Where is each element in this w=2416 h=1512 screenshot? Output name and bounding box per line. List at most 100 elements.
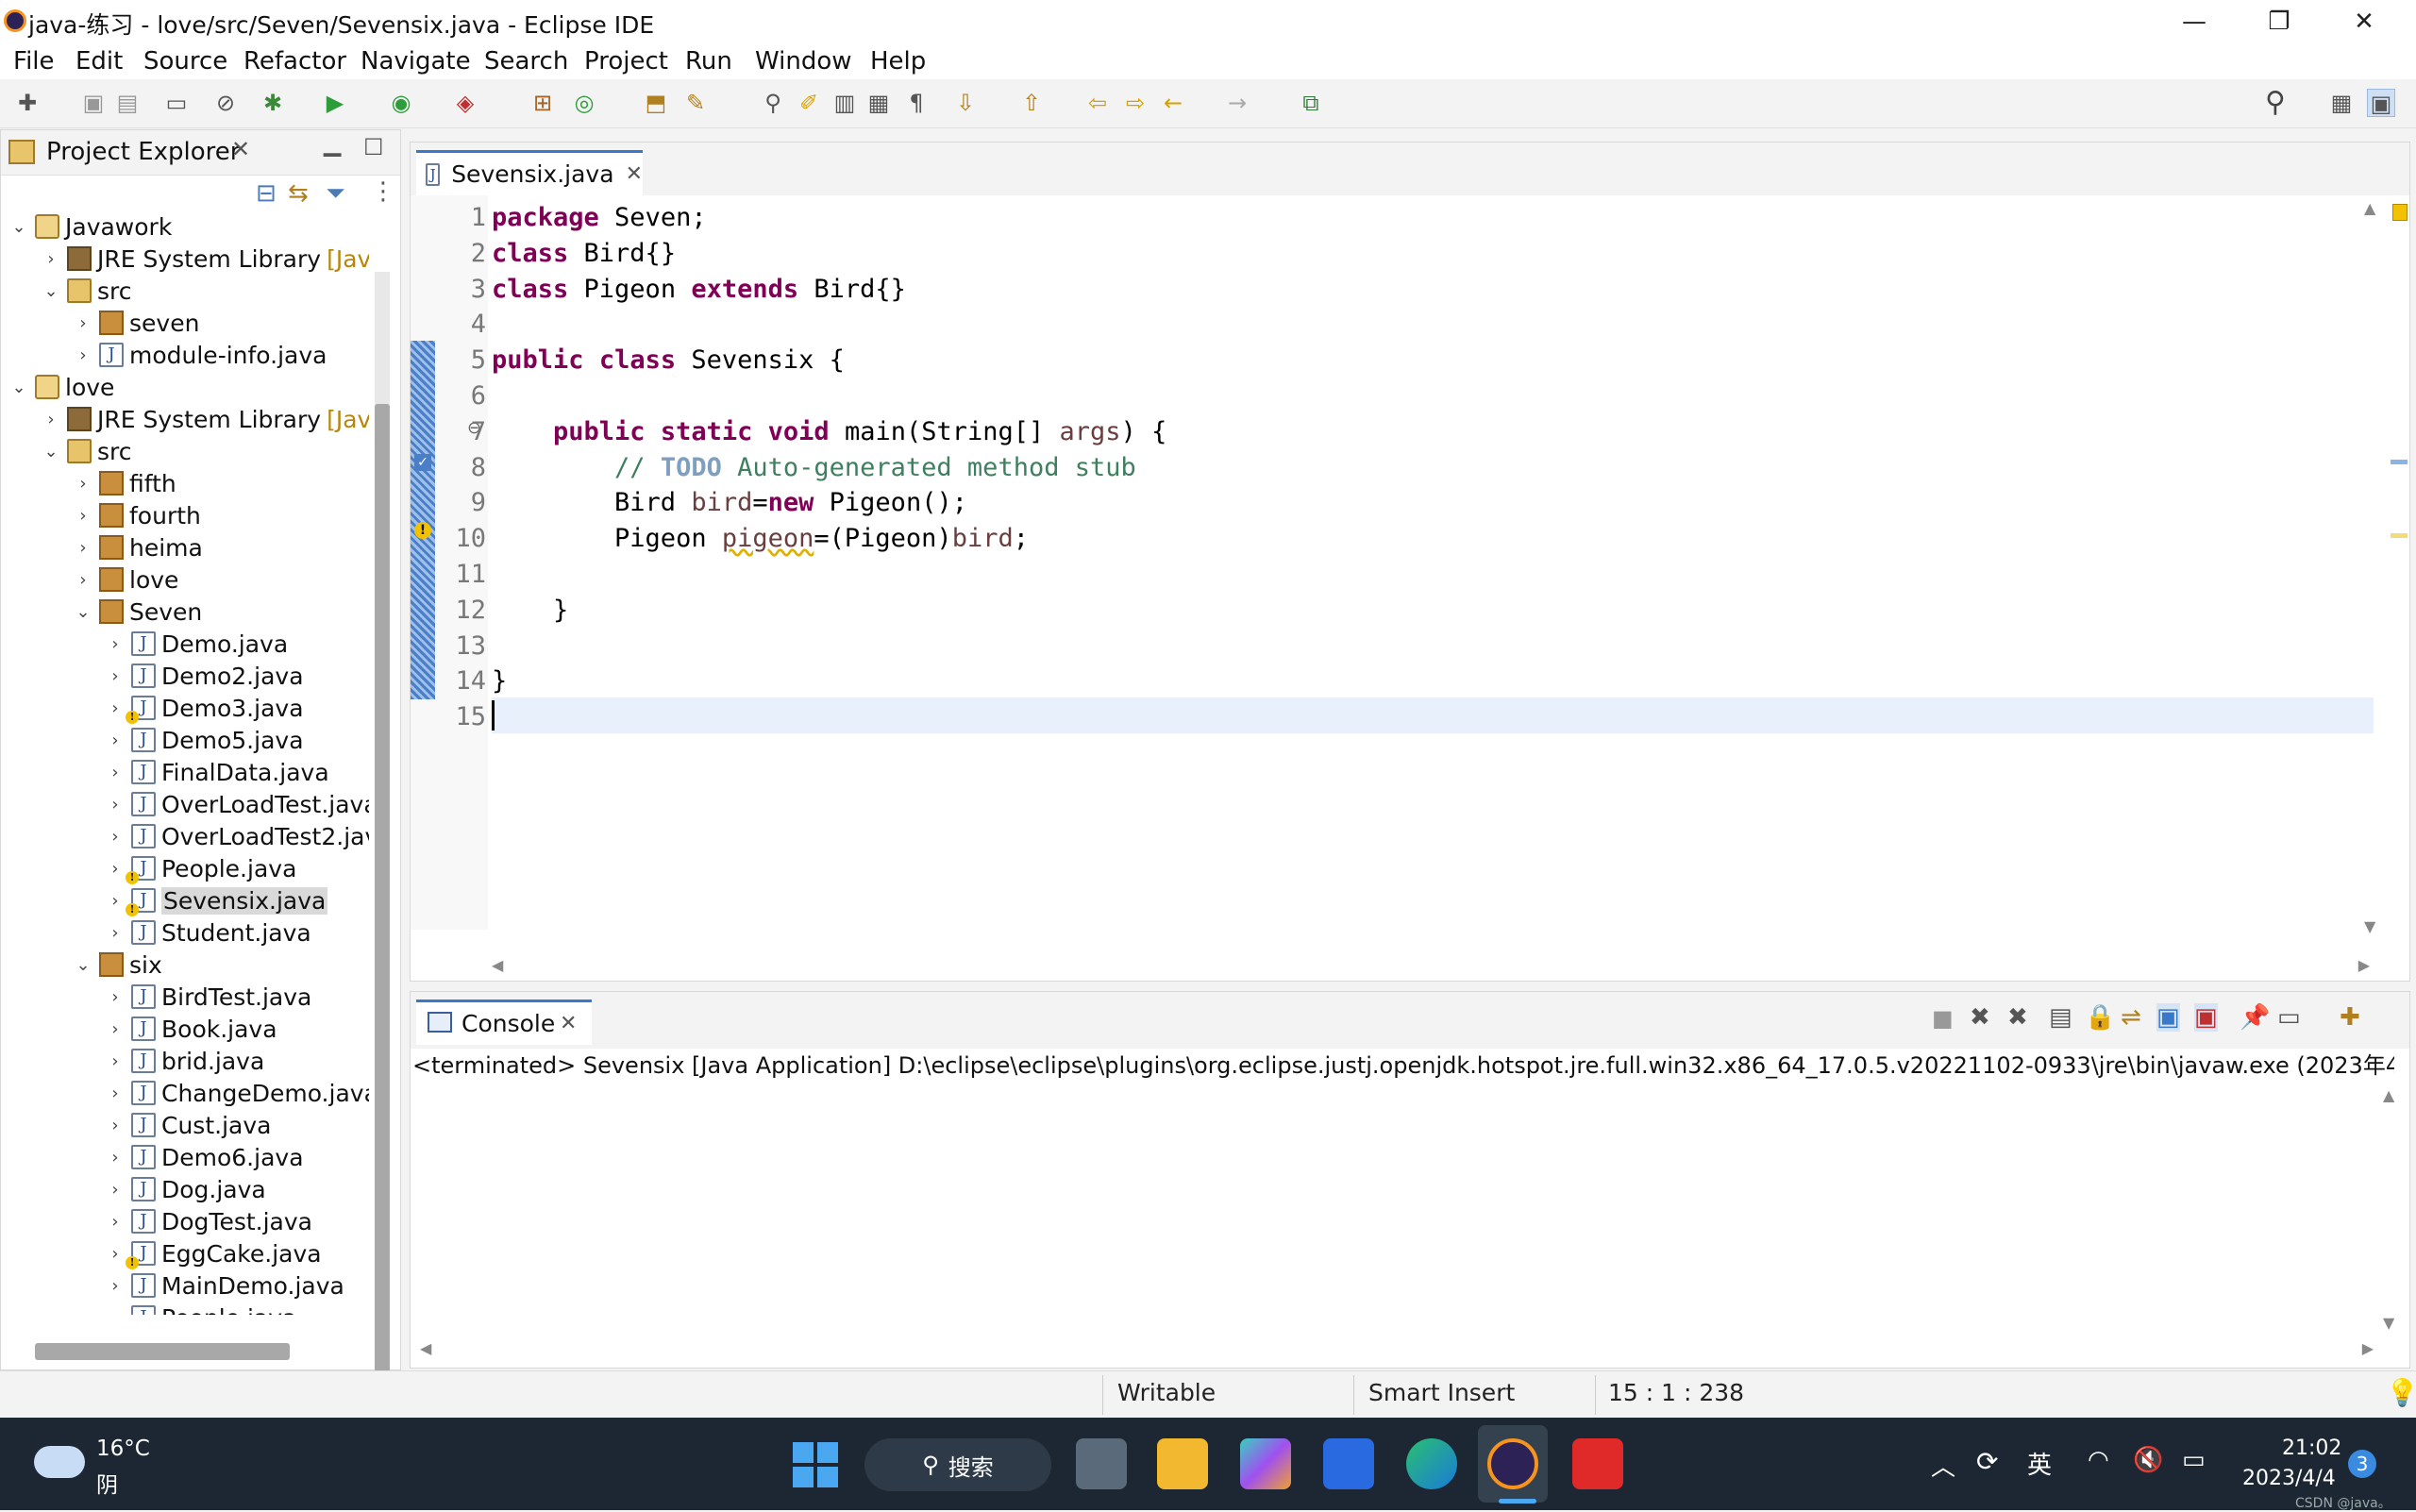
task-view-icon[interactable] (1076, 1438, 1127, 1489)
code-line[interactable]: package Seven; (492, 203, 707, 232)
collapse-chevron-icon[interactable]: ⌄ (41, 281, 61, 301)
forward-icon[interactable]: → (1223, 89, 1251, 117)
menu-refactor[interactable]: Refactor (243, 47, 346, 76)
expand-chevron-icon[interactable]: › (73, 570, 93, 590)
expand-chevron-icon[interactable]: › (105, 731, 126, 750)
close-console-icon[interactable]: ✕ (560, 1012, 577, 1035)
close-tab-icon[interactable]: ✕ (626, 162, 643, 186)
debug-perspective-icon[interactable]: ▣ (2367, 89, 2395, 117)
menu-source[interactable]: Source (143, 47, 227, 76)
next-annotation-icon[interactable]: ⇩ (951, 89, 980, 117)
tree-item[interactable]: › J Student.java (105, 916, 310, 949)
link-editor-icon[interactable]: ⇆ (288, 179, 309, 208)
search-icon[interactable]: ⚲ (2261, 89, 2290, 117)
word-wrap-icon[interactable]: ⇌ (2121, 1003, 2141, 1032)
view-menu-icon[interactable]: ⋮ (371, 177, 395, 206)
tree-item[interactable]: › fourth (73, 499, 200, 531)
menu-window[interactable]: Window (755, 47, 852, 76)
collapse-all-icon[interactable]: ⊟ (256, 179, 277, 208)
minimize-button[interactable]: — (2152, 0, 2237, 43)
minimize-view-icon[interactable]: ▁ (324, 130, 341, 157)
last-edit-icon[interactable]: ⇦ (1083, 89, 1112, 117)
skip-breakpoints-icon[interactable]: ⊘ (211, 89, 240, 117)
wifi-icon[interactable]: ◠ (2088, 1446, 2109, 1474)
menu-project[interactable]: Project (584, 47, 668, 76)
code-line[interactable]: Pigeon pigeon=(Pigeon)bird; (492, 524, 1029, 553)
new-class-icon[interactable]: ◎ (570, 89, 598, 117)
overview-task-marker[interactable] (2391, 460, 2408, 464)
expand-chevron-icon[interactable]: › (105, 1180, 126, 1200)
taskbar-search[interactable]: ⚲ 搜索 (864, 1438, 1051, 1491)
overview-annotation-marker[interactable] (2391, 533, 2408, 538)
new-icon[interactable]: ✚ (13, 89, 42, 117)
expand-chevron-icon[interactable]: › (105, 1116, 126, 1135)
coverage-icon[interactable]: ◉ (387, 89, 415, 117)
new-package-icon[interactable]: ⊞ (528, 89, 557, 117)
expand-chevron-icon[interactable]: › (73, 313, 93, 333)
expand-chevron-icon[interactable]: › (73, 538, 93, 558)
editor-vertical-scrollbar[interactable]: ▲ ▼ (2364, 199, 2383, 935)
previous-annotation-icon[interactable]: ⇧ (1017, 89, 1046, 117)
show-on-stderr-icon[interactable]: ▣ (2194, 1003, 2218, 1032)
tree-item[interactable]: › J BirdTest.java (105, 981, 311, 1013)
debug-icon[interactable]: ✱ (259, 89, 287, 117)
tree-item[interactable]: › J MainDemo.java (105, 1269, 344, 1302)
search-toolbar-icon[interactable]: ⚲ (759, 89, 787, 117)
expand-chevron-icon[interactable]: › (105, 795, 126, 815)
expand-chevron-icon[interactable]: › (73, 474, 93, 494)
show-hidden-icons[interactable]: ︿ (1931, 1448, 1955, 1483)
display-console-icon[interactable]: ▭ (2277, 1003, 2301, 1032)
code-line[interactable]: public class Sevensix { (492, 345, 845, 375)
open-type-icon[interactable]: ⬒ (642, 89, 670, 117)
expand-chevron-icon[interactable]: › (105, 1244, 126, 1264)
edge-browser-icon[interactable] (1406, 1438, 1457, 1489)
clear-console-icon[interactable]: ▤ (2049, 1003, 2072, 1032)
tree-item[interactable]: › J DogTest.java (105, 1205, 312, 1237)
expand-chevron-icon[interactable]: › (41, 410, 61, 429)
tree-vertical-scrollbar[interactable] (375, 272, 390, 1376)
code-area[interactable]: 1 package Seven; 2 class Bird{} 3 class Pigeo… (411, 195, 2374, 930)
tree-item[interactable]: ›JOverLoadTest2.java (105, 820, 369, 852)
mark-occurrences-icon[interactable]: ✐ (795, 89, 823, 117)
tree-item[interactable]: › J Demo5.java (105, 724, 303, 756)
console-vertical-scrollbar[interactable]: ▲ ▼ (2383, 1086, 2402, 1332)
expand-chevron-icon[interactable]: › (105, 1276, 126, 1296)
back-icon[interactable]: ← (1159, 89, 1187, 117)
tree-item[interactable]: › fifth (73, 467, 176, 499)
filter-icon[interactable]: ⏷ (326, 179, 345, 209)
show-whitespace-icon[interactable]: ▦ (864, 89, 893, 117)
open-console-icon[interactable]: ✚ (2340, 1003, 2360, 1032)
remove-launch-icon[interactable]: ✖ (1970, 1003, 1990, 1032)
collapse-chevron-icon[interactable]: ⌄ (8, 217, 29, 237)
menu-file[interactable]: File (13, 47, 55, 76)
expand-chevron-icon[interactable]: › (105, 859, 126, 879)
collapse-chevron-icon[interactable]: ⌄ (8, 378, 29, 397)
tree-item[interactable]: › JRE System Library[JavaS (41, 403, 369, 435)
show-on-stdout-icon[interactable]: ▣ (2156, 1003, 2180, 1032)
tree-item[interactable]: › J FinalData.java (105, 756, 328, 788)
expand-chevron-icon[interactable]: › (105, 1019, 126, 1039)
notification-badge[interactable]: 3 (2348, 1450, 2376, 1478)
menu-edit[interactable]: Edit (76, 47, 123, 76)
expand-chevron-icon[interactable]: › (105, 763, 126, 782)
tree-item[interactable]: ⌄ Javawork (8, 210, 172, 243)
tree-item[interactable]: ›JPeople.java (105, 852, 296, 884)
menu-run[interactable]: Run (685, 47, 732, 76)
tree-item[interactable]: ›JPeople.java (105, 1302, 296, 1315)
close-button[interactable]: ✕ (2322, 0, 2407, 43)
clock-date[interactable]: 2023/4/4 (2242, 1467, 2336, 1490)
expand-chevron-icon[interactable]: › (73, 345, 93, 365)
app-triangle-icon[interactable] (1240, 1438, 1291, 1489)
collapse-chevron-icon[interactable]: ⌄ (73, 602, 93, 622)
tree-item[interactable]: › J Demo.java (105, 628, 288, 660)
overview-warning-marker[interactable] (2392, 204, 2408, 221)
expand-chevron-icon[interactable]: › (105, 923, 126, 943)
java-perspective-icon[interactable]: ▦ (2327, 89, 2356, 117)
code-line[interactable]: class Bird{} (492, 239, 676, 268)
tree-item[interactable]: › J Demo2.java (105, 660, 303, 692)
volume-muted-icon[interactable]: 🔇 (2133, 1446, 2163, 1474)
forward-edit-icon[interactable]: ⇨ (1121, 89, 1149, 117)
open-perspective-icon[interactable]: ⧉ (1297, 89, 1325, 117)
tree-item[interactable]: ›JSevensix.java (105, 884, 328, 916)
tree-item[interactable]: ⌄ Seven (73, 596, 202, 628)
